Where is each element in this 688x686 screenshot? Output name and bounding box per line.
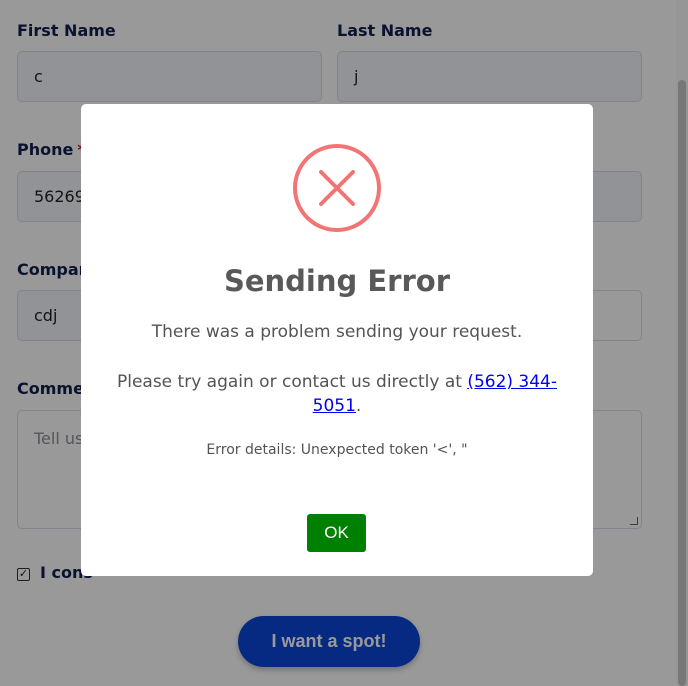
dialog-title: Sending Error — [223, 264, 451, 298]
error-details: Error details: Unexpected token '<', " — [206, 442, 468, 458]
dialog-message: There was a problem sending your request… — [151, 322, 523, 342]
contact-prefix: Please try again or contact us directly … — [116, 372, 468, 392]
error-x-icon — [293, 144, 381, 232]
dialog-contact-text: Please try again or contact us directly … — [109, 370, 565, 418]
contact-suffix: . — [355, 396, 362, 416]
error-dialog: Sending Error There was a problem sendin… — [81, 104, 593, 576]
ok-button[interactable]: OK — [307, 514, 366, 552]
